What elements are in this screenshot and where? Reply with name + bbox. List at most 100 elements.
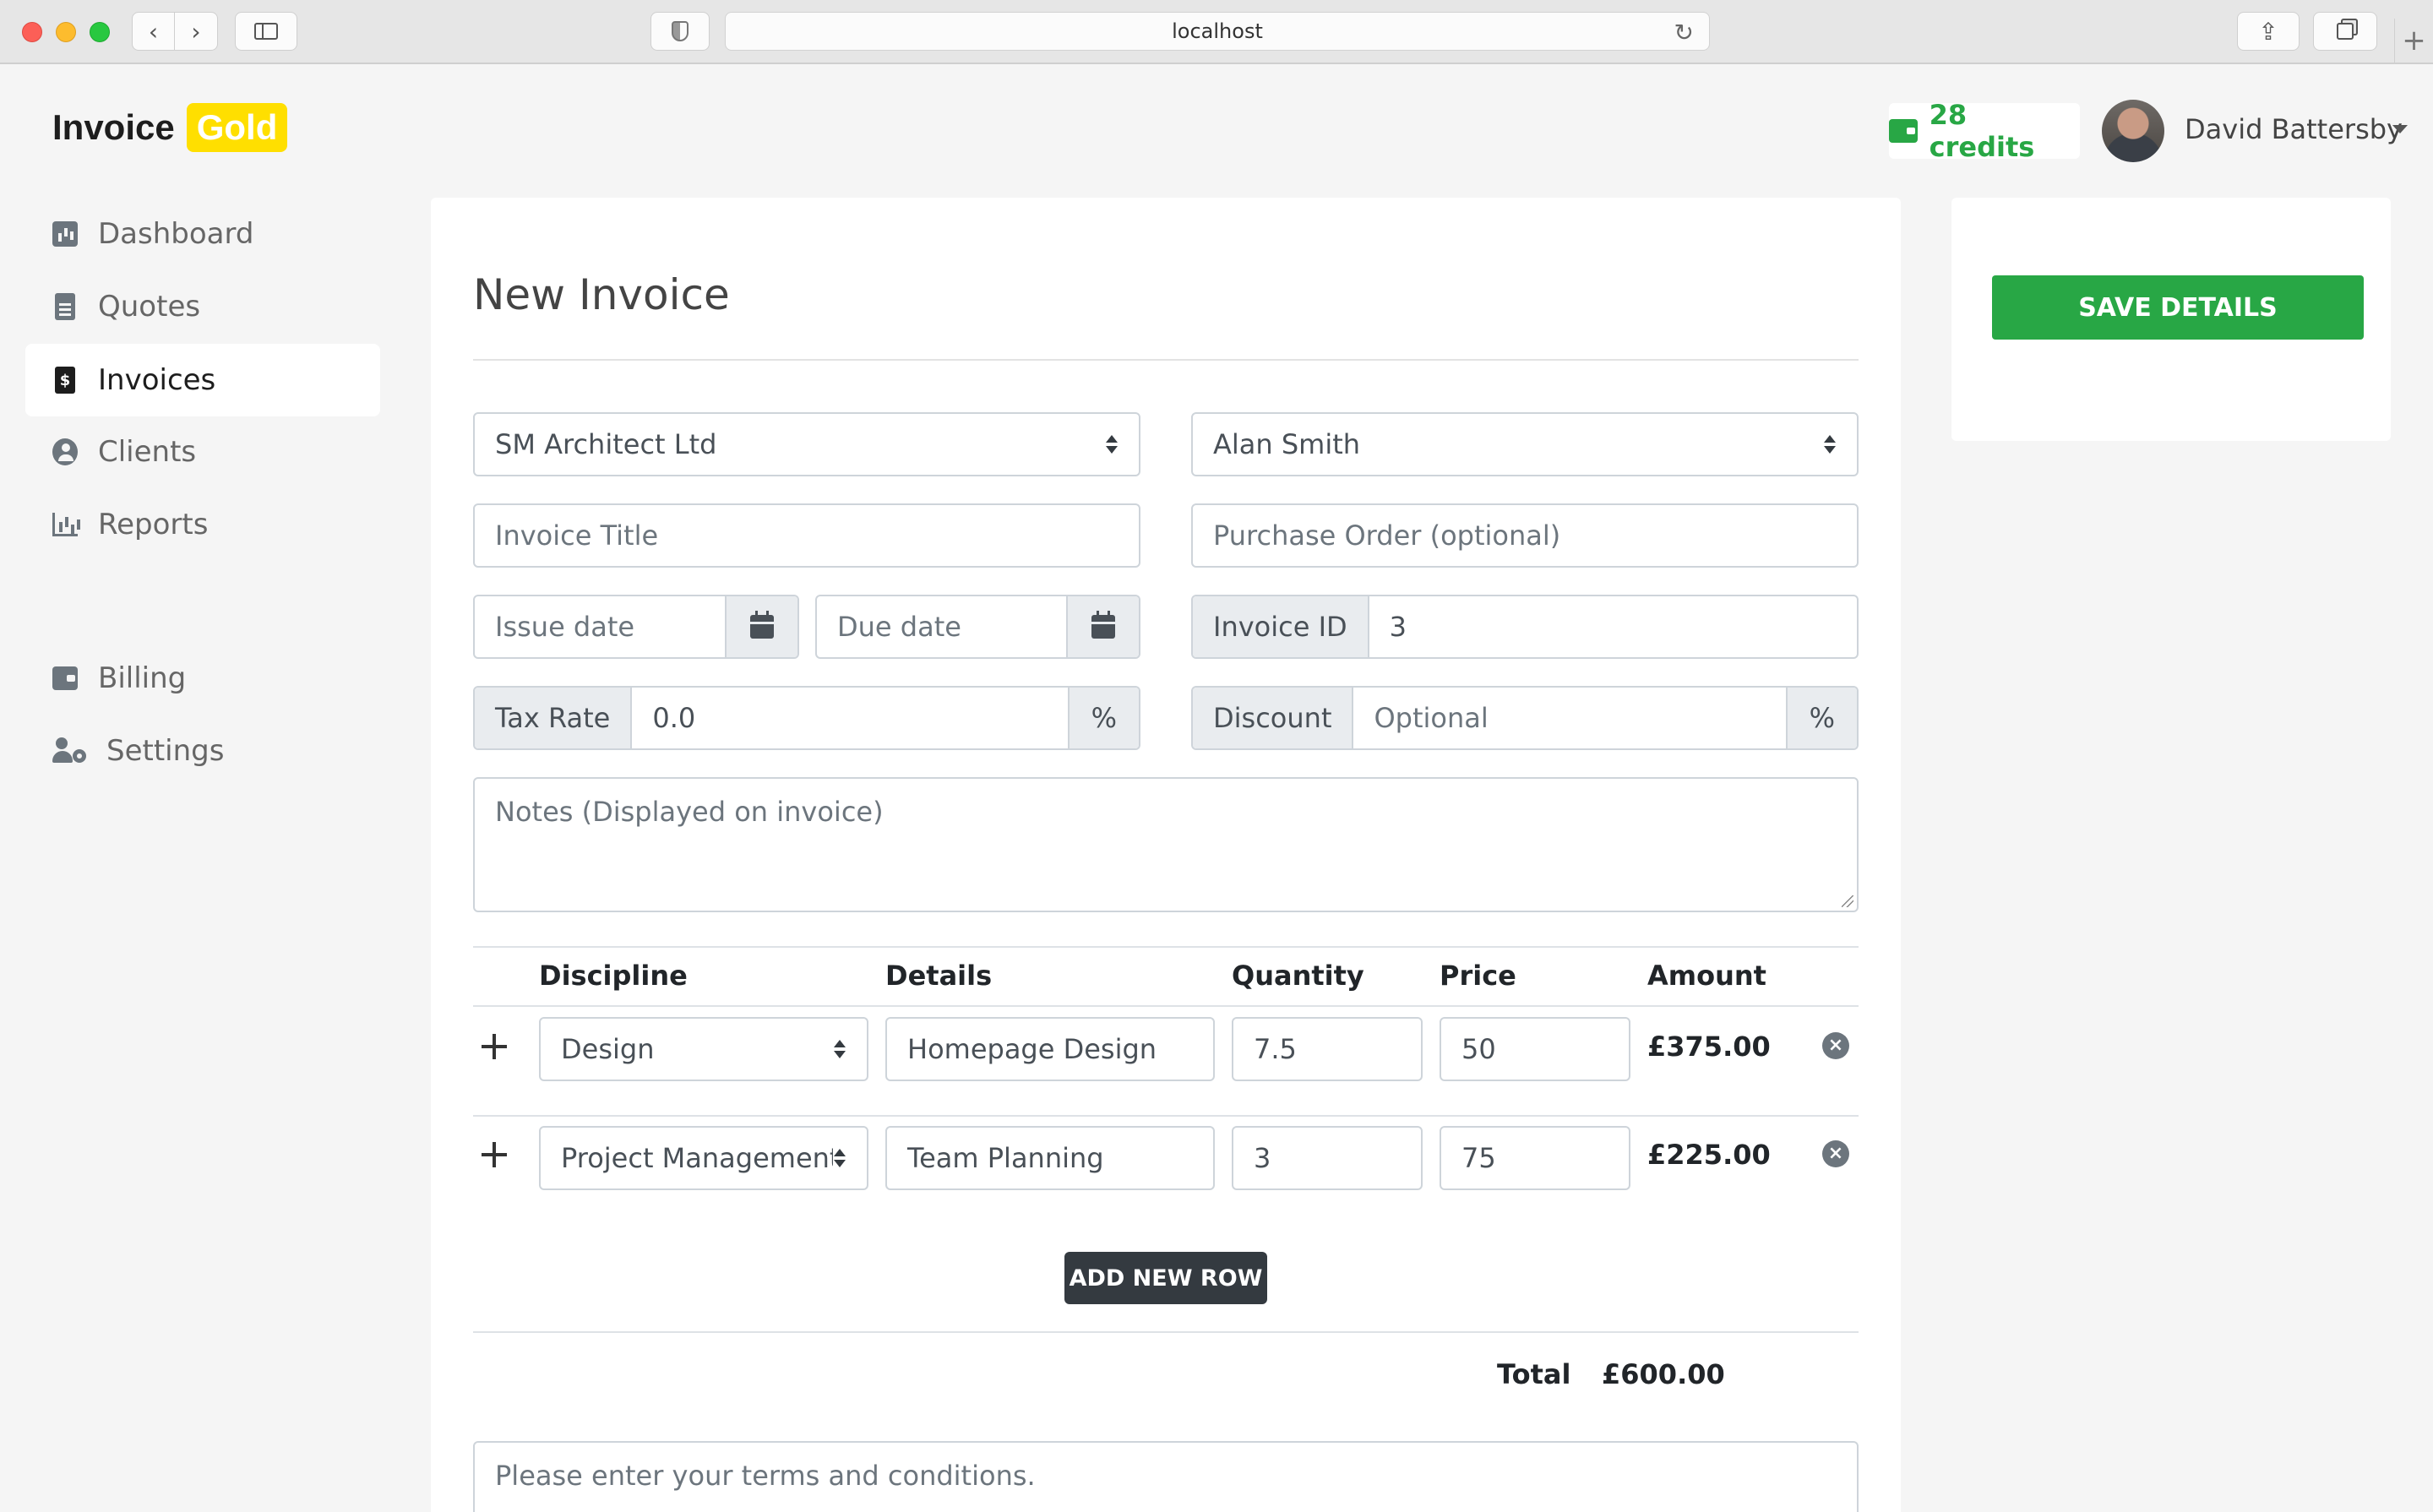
discount-label: Discount <box>1193 688 1354 748</box>
purchase-order-placeholder: Purchase Order (optional) <box>1213 519 1561 552</box>
user-circle-icon <box>52 438 78 465</box>
new-tab-button[interactable]: + <box>2394 19 2433 63</box>
forward-icon[interactable]: › <box>175 13 217 50</box>
sidebar-item-invoices[interactable]: $ Invoices <box>25 344 380 416</box>
sidebar-item-reports[interactable]: Reports <box>25 488 380 561</box>
invoice-id-group: Invoice ID 3 <box>1191 595 1859 659</box>
reload-icon[interactable]: ↻ <box>1674 19 1694 46</box>
notes-textarea[interactable]: Notes (Displayed on invoice) <box>473 777 1859 912</box>
quantity-input[interactable]: 7.5 <box>1232 1017 1423 1081</box>
share-icon: ⇪ <box>2258 17 2278 46</box>
minimize-window-button[interactable] <box>56 22 76 42</box>
contact-select-value: Alan Smith <box>1213 428 1361 460</box>
tabs-overview-button[interactable] <box>2313 12 2377 51</box>
drag-handle-icon[interactable] <box>480 1140 509 1169</box>
chevron-down-icon[interactable] <box>2392 125 2408 133</box>
price-input[interactable]: 75 <box>1440 1126 1630 1190</box>
credits-count: 28 credits <box>1929 99 2035 163</box>
discount-percent-suffix: % <box>1785 688 1857 748</box>
back-icon[interactable]: ‹ <box>133 13 175 50</box>
issue-date-input[interactable]: Issue date <box>473 595 799 659</box>
column-header-quantity: Quantity <box>1232 960 1364 992</box>
due-date-input[interactable]: Due date <box>815 595 1140 659</box>
discipline-value: Project Management <box>561 1142 833 1174</box>
contact-select[interactable]: Alan Smith <box>1191 412 1859 476</box>
divider <box>473 359 1859 361</box>
credits-badge[interactable]: 28 credits <box>1889 99 2080 163</box>
invoice-id-label: Invoice ID <box>1193 596 1369 657</box>
user-cog-icon <box>52 737 86 764</box>
price-value: 50 <box>1461 1033 1496 1065</box>
row-amount: £375.00 <box>1647 1031 1771 1063</box>
shield-icon <box>672 21 689 41</box>
sidebar-item-label: Reports <box>98 508 209 541</box>
bar-chart-icon <box>52 511 78 538</box>
discipline-select[interactable]: Project Management <box>539 1126 868 1190</box>
calendar-icon <box>750 611 774 639</box>
details-value: Homepage Design <box>907 1033 1157 1065</box>
table-top-divider <box>473 946 1859 948</box>
price-input[interactable]: 50 <box>1440 1017 1630 1081</box>
close-window-button[interactable] <box>22 22 42 42</box>
invoice-id-input[interactable]: 3 <box>1369 611 1857 643</box>
zoom-window-button[interactable] <box>90 22 110 42</box>
sidebar-item-dashboard[interactable]: Dashboard <box>25 198 380 270</box>
quantity-value: 3 <box>1254 1142 1271 1174</box>
sidebar-item-label: Dashboard <box>98 217 254 251</box>
page-title: New Invoice <box>473 270 730 319</box>
column-header-details: Details <box>885 960 993 992</box>
details-input[interactable]: Homepage Design <box>885 1017 1215 1081</box>
wallet-icon <box>1889 119 1918 143</box>
add-new-row-button[interactable]: ADD NEW ROW <box>1064 1252 1267 1304</box>
logo-badge: Gold <box>186 103 288 152</box>
back-forward-buttons: ‹ › <box>132 12 218 51</box>
terms-textarea[interactable]: Please enter your terms and conditions. <box>473 1441 1859 1512</box>
save-details-button[interactable]: SAVE DETAILS <box>1992 275 2364 340</box>
quantity-input[interactable]: 3 <box>1232 1126 1423 1190</box>
sidebar-item-label: Quotes <box>98 290 201 324</box>
table-row-divider <box>473 1115 1859 1117</box>
browser-toolbar: ‹ › localhost ↻ ⇪ + <box>0 0 2433 64</box>
plus-icon: + <box>2402 24 2426 57</box>
column-header-amount: Amount <box>1647 960 1766 992</box>
remove-row-icon[interactable]: × <box>1822 1032 1849 1059</box>
user-menu-name[interactable]: David Battersby <box>2185 113 2403 145</box>
sidebar-item-settings[interactable]: Settings <box>25 715 380 787</box>
resize-handle-icon[interactable] <box>1842 895 1853 907</box>
share-button[interactable]: ⇪ <box>2237 12 2300 51</box>
invoice-title-placeholder: Invoice Title <box>495 519 659 552</box>
company-select-value: SM Architect Ltd <box>495 428 717 460</box>
calendar-icon <box>1091 611 1115 639</box>
sidebar-item-clients[interactable]: Clients <box>25 416 380 488</box>
discipline-select[interactable]: Design <box>539 1017 868 1081</box>
sidebar-item-quotes[interactable]: Quotes <box>25 270 380 343</box>
url-text: localhost <box>1172 19 1263 43</box>
invoice-title-input[interactable]: Invoice Title <box>473 503 1140 568</box>
invoice-dollar-icon: $ <box>52 367 78 394</box>
sidebar-item-billing[interactable]: Billing <box>25 642 380 715</box>
details-input[interactable]: Team Planning <box>885 1126 1215 1190</box>
due-date-picker-button[interactable] <box>1066 596 1139 657</box>
remove-row-icon[interactable]: × <box>1822 1140 1849 1167</box>
drag-handle-icon[interactable] <box>480 1032 509 1061</box>
sidebar-item-label: Invoices <box>98 363 216 397</box>
due-date-placeholder: Due date <box>837 611 961 643</box>
purchase-order-input[interactable]: Purchase Order (optional) <box>1191 503 1859 568</box>
avatar[interactable] <box>2102 100 2164 162</box>
tax-percent-suffix: % <box>1067 688 1139 748</box>
company-select[interactable]: SM Architect Ltd <box>473 412 1140 476</box>
quantity-value: 7.5 <box>1254 1033 1297 1065</box>
sidebar-toggle-button[interactable] <box>235 12 297 51</box>
app-logo[interactable]: Invoice Gold <box>52 103 288 152</box>
discount-input[interactable]: Optional <box>1353 702 1785 734</box>
column-header-discipline: Discipline <box>539 960 688 992</box>
document-icon <box>52 293 78 320</box>
tax-rate-input[interactable]: 0.0 <box>632 702 1067 734</box>
wallet-icon <box>52 665 78 692</box>
terms-placeholder: Please enter your terms and conditions. <box>495 1460 1036 1492</box>
issue-date-picker-button[interactable] <box>725 596 797 657</box>
address-bar[interactable]: localhost ↻ <box>725 12 1710 51</box>
sidebar-item-label: Billing <box>98 661 187 695</box>
select-arrows-icon <box>1105 435 1119 454</box>
privacy-shield-button[interactable] <box>650 12 710 51</box>
